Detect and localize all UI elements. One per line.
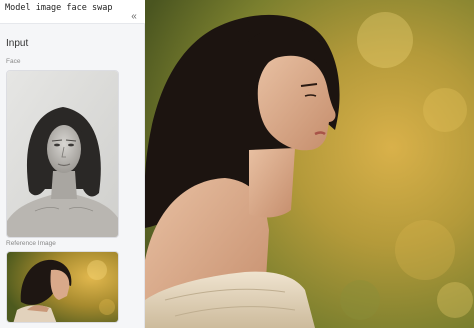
result-image <box>145 0 474 328</box>
reference-image <box>7 252 118 322</box>
title-bar: Model image face swap <box>0 0 145 24</box>
face-image <box>7 71 118 237</box>
result-photo <box>145 0 474 328</box>
app-title: Model image face swap <box>5 3 113 13</box>
reference-image-label: Reference Image <box>6 240 56 247</box>
chevrons-left-icon[interactable]: « <box>128 11 140 23</box>
face-label: Face <box>6 58 21 65</box>
sidebar-panel: Model image face swap « Input Face Refer… <box>0 0 145 328</box>
section-title: Input <box>6 38 29 49</box>
face-image-upload[interactable] <box>6 70 119 238</box>
reference-image-upload[interactable] <box>6 251 119 323</box>
